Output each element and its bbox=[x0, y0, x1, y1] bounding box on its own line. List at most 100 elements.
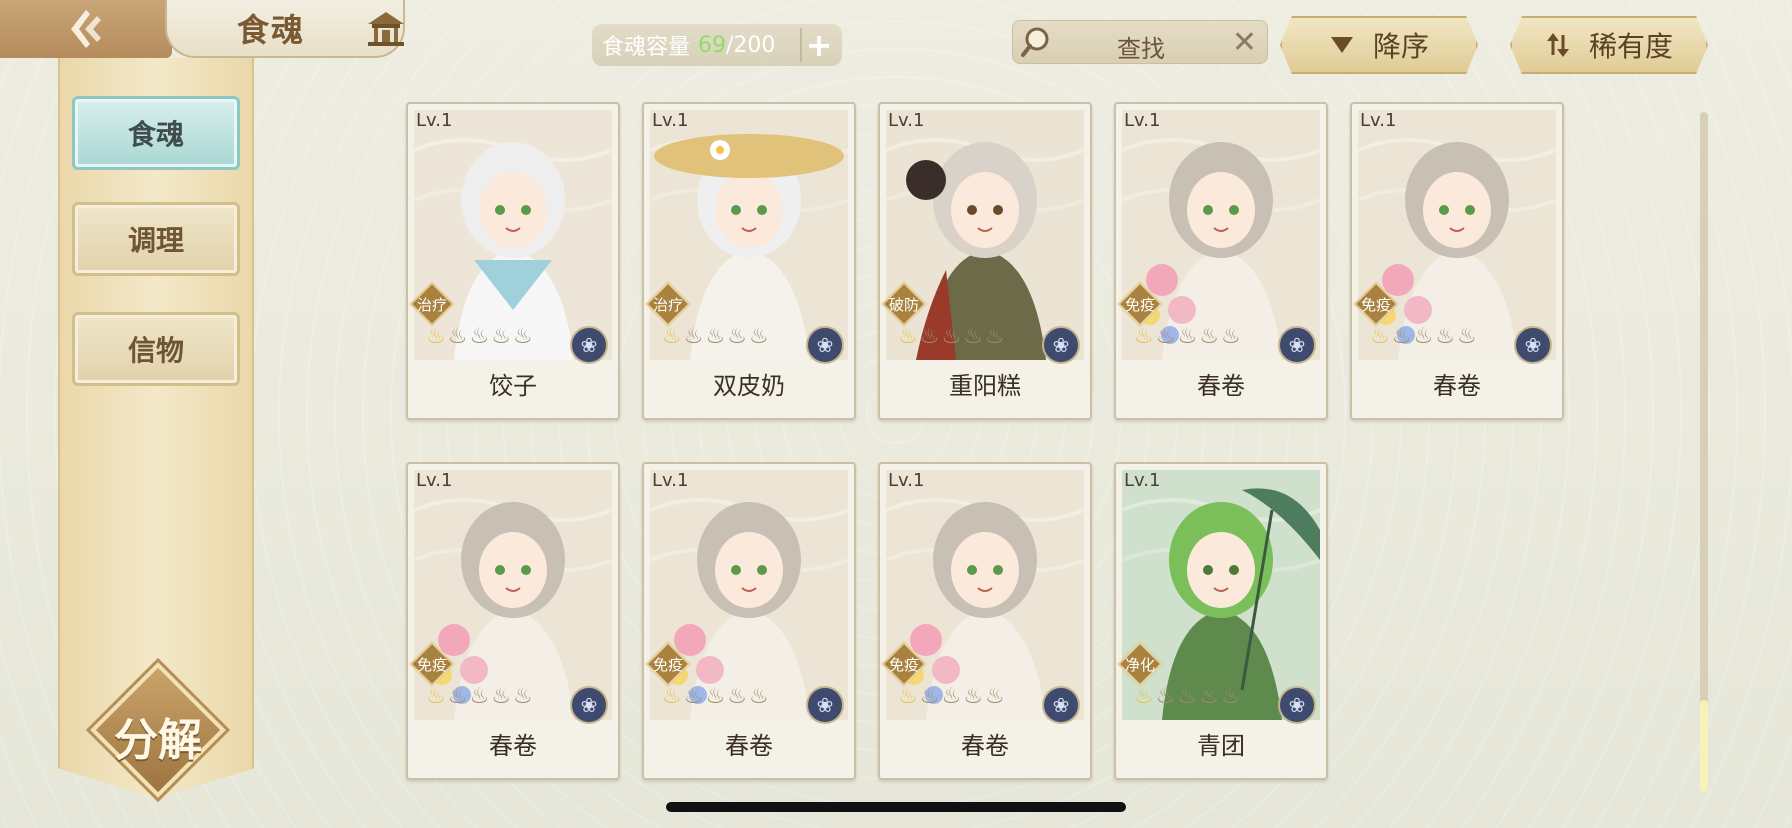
element-emblem-icon: ❀ bbox=[1514, 326, 1552, 364]
star-icon: ♨ bbox=[1155, 324, 1176, 349]
star-icon: ♨ bbox=[512, 324, 533, 349]
star-icon: ♨ bbox=[984, 324, 1005, 349]
card-level: Lv.1 bbox=[888, 110, 925, 131]
star-icon: ♨ bbox=[898, 684, 918, 709]
rarity-stars: ♨ ♨ ♨ ♨ ♨ bbox=[662, 686, 769, 708]
decompose-label: 分解 bbox=[114, 715, 202, 766]
star-icon: ♨ bbox=[491, 684, 511, 709]
capacity-add-button[interactable]: + bbox=[800, 26, 836, 64]
back-arrow-icon bbox=[71, 10, 101, 48]
star-icon: ♨ bbox=[1199, 684, 1219, 709]
tab-food-souls[interactable]: 食魂 bbox=[72, 96, 240, 170]
back-button[interactable] bbox=[0, 0, 172, 58]
scrollbar-track[interactable] bbox=[1700, 112, 1708, 792]
star-icon: ♨ bbox=[512, 684, 533, 709]
food-soul-card[interactable]: Lv.1 免疫 ♨ ♨ ♨ ♨ ♨ ❀ 春卷 bbox=[878, 462, 1092, 780]
star-icon: ♨ bbox=[1134, 684, 1154, 709]
food-soul-card[interactable]: Lv.1 免疫 ♨ ♨ ♨ ♨ ♨ ❀ 春卷 bbox=[406, 462, 620, 780]
star-icon: ♨ bbox=[748, 684, 769, 709]
star-icon: ♨ bbox=[984, 684, 1005, 709]
card-name: 春卷 bbox=[1433, 372, 1481, 400]
triangle-down-icon bbox=[1329, 35, 1355, 55]
role-badge: 免疫 bbox=[1117, 281, 1163, 327]
star-icon: ♨ bbox=[469, 324, 490, 349]
element-emblem-icon: ❀ bbox=[806, 326, 844, 364]
star-icon: ♨ bbox=[662, 684, 682, 709]
food-soul-card[interactable]: Lv.1 免疫 ♨ ♨ ♨ ♨ ♨ ❀ 春卷 bbox=[642, 462, 856, 780]
search-icon bbox=[1021, 27, 1049, 57]
card-level: Lv.1 bbox=[1360, 110, 1397, 131]
role-badge: 免疫 bbox=[1353, 281, 1399, 327]
search-box[interactable]: 查找 ✕ bbox=[1012, 20, 1268, 64]
role-label: 治疗 bbox=[416, 296, 447, 314]
capacity-max: /200 bbox=[726, 32, 776, 58]
home-indicator bbox=[666, 802, 1126, 812]
tab-food-souls-label: 食魂 bbox=[127, 118, 184, 151]
star-icon: ♨ bbox=[898, 324, 918, 349]
capacity-label: 食魂容量 bbox=[602, 35, 691, 60]
card-name: 青团 bbox=[1197, 732, 1245, 760]
role-label: 免疫 bbox=[1360, 296, 1391, 314]
star-icon: ♨ bbox=[1199, 324, 1219, 349]
star-icon: ♨ bbox=[727, 684, 747, 709]
role-badge: 免疫 bbox=[645, 641, 691, 687]
element-emblem-icon: ❀ bbox=[570, 686, 608, 724]
star-icon: ♨ bbox=[941, 684, 962, 709]
card-level: Lv.1 bbox=[416, 470, 453, 491]
sort-rarity-button[interactable]: 稀有度 bbox=[1510, 16, 1708, 74]
decompose-button[interactable]: 分解 bbox=[88, 660, 228, 800]
scrollbar-thumb[interactable] bbox=[1700, 700, 1708, 792]
rarity-stars: ♨ ♨ ♨ ♨ ♨ bbox=[662, 326, 769, 348]
star-icon: ♨ bbox=[748, 324, 769, 349]
rarity-stars: ♨ ♨ ♨ ♨ ♨ bbox=[1134, 326, 1241, 348]
page-title: 食魂 bbox=[237, 11, 306, 49]
star-icon: ♨ bbox=[963, 684, 983, 709]
card-name: 春卷 bbox=[489, 732, 537, 760]
element-emblem-icon: ❀ bbox=[1278, 326, 1316, 364]
star-icon: ♨ bbox=[1134, 324, 1154, 349]
element-emblem-icon: ❀ bbox=[1042, 686, 1080, 724]
star-icon: ♨ bbox=[683, 684, 704, 709]
tab-conditioning-label: 调理 bbox=[127, 224, 184, 257]
top-bar: 食魂 食魂容量 69 /200 + 查找 ✕ 降序 稀有度 bbox=[0, 0, 1792, 74]
food-soul-card[interactable]: Lv.1 净化 ♨ ♨ ♨ ♨ ♨ ❀ 青团 bbox=[1114, 462, 1328, 780]
tab-tokens-label: 信物 bbox=[127, 334, 184, 367]
star-icon: ♨ bbox=[1220, 324, 1241, 349]
rarity-stars: ♨ ♨ ♨ ♨ ♨ bbox=[898, 686, 1005, 708]
tab-conditioning[interactable]: 调理 bbox=[72, 202, 240, 276]
capacity-display: 食魂容量 69 /200 + bbox=[592, 24, 842, 66]
star-icon: ♨ bbox=[662, 324, 682, 349]
element-emblem-icon: ❀ bbox=[570, 326, 608, 364]
star-icon: ♨ bbox=[1177, 684, 1198, 709]
card-name: 春卷 bbox=[961, 732, 1009, 760]
role-label: 免疫 bbox=[416, 656, 447, 674]
food-soul-card[interactable]: Lv.1 免疫 ♨ ♨ ♨ ♨ ♨ ❀ 春卷 bbox=[1114, 102, 1328, 420]
pavilion-icon[interactable] bbox=[364, 10, 408, 48]
role-badge: 免疫 bbox=[409, 641, 455, 687]
food-soul-card[interactable]: Lv.1 治疗 ♨ ♨ ♨ ♨ ♨ ❀ 双皮奶 bbox=[642, 102, 856, 420]
food-soul-card[interactable]: Lv.1 破防 ♨ ♨ ♨ ♨ ♨ ❀ 重阳糕 bbox=[878, 102, 1092, 420]
role-label: 免疫 bbox=[888, 656, 919, 674]
star-icon: ♨ bbox=[426, 324, 446, 349]
rarity-stars: ♨ ♨ ♨ ♨ ♨ bbox=[898, 326, 1005, 348]
role-badge: 破防 bbox=[881, 281, 927, 327]
card-name: 春卷 bbox=[1197, 372, 1245, 400]
food-soul-card[interactable]: Lv.1 免疫 ♨ ♨ ♨ ♨ ♨ ❀ 春卷 bbox=[1350, 102, 1564, 420]
element-emblem-icon: ❀ bbox=[1278, 686, 1316, 724]
card-level: Lv.1 bbox=[888, 470, 925, 491]
sort-order-button[interactable]: 降序 bbox=[1280, 16, 1478, 74]
card-name: 饺子 bbox=[489, 372, 537, 400]
star-icon: ♨ bbox=[683, 324, 704, 349]
food-soul-card[interactable]: Lv.1 治疗 ♨ ♨ ♨ ♨ ♨ ❀ 饺子 bbox=[406, 102, 620, 420]
rarity-stars: ♨ ♨ ♨ ♨ ♨ bbox=[1134, 686, 1241, 708]
role-badge: 免疫 bbox=[881, 641, 927, 687]
star-icon: ♨ bbox=[941, 324, 962, 349]
card-level: Lv.1 bbox=[1124, 110, 1161, 131]
star-icon: ♨ bbox=[919, 324, 940, 349]
card-level: Lv.1 bbox=[1124, 470, 1161, 491]
card-level: Lv.1 bbox=[416, 110, 453, 131]
clear-search-icon[interactable]: ✕ bbox=[1232, 25, 1257, 60]
rarity-stars: ♨ ♨ ♨ ♨ ♨ bbox=[1370, 326, 1477, 348]
tab-tokens[interactable]: 信物 bbox=[72, 312, 240, 386]
star-icon: ♨ bbox=[1456, 324, 1477, 349]
